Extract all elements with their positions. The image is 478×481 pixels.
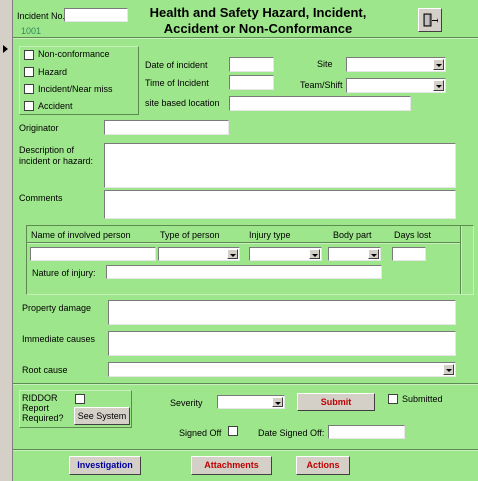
incident-form-window: Incident No. 1001 Health and Safety Haza… — [0, 0, 478, 481]
col-days-lost-header: Days lost — [394, 230, 432, 240]
time-of-incident-label: Time of Incident — [145, 78, 209, 88]
col-type-header: Type of person — [160, 230, 220, 240]
site-combo[interactable] — [346, 57, 446, 72]
nature-of-injury-label: Nature of injury: — [32, 268, 96, 278]
subform-scrollbar-divider — [460, 226, 462, 294]
type-of-person-dropdown-icon[interactable] — [227, 249, 238, 259]
team-shift-combo[interactable] — [346, 78, 446, 93]
signed-off-label: Signed Off — [179, 428, 222, 438]
root-cause-label: Root cause — [22, 365, 68, 375]
site-dropdown-icon[interactable] — [433, 59, 444, 70]
non-conformance-checkbox[interactable] — [24, 50, 34, 60]
site-label: Site — [317, 59, 333, 69]
attachments-button[interactable]: Attachments — [191, 456, 272, 475]
property-damage-label: Property damage — [22, 303, 92, 313]
actions-button[interactable]: Actions — [296, 456, 350, 475]
investigation-button[interactable]: Investigation — [69, 456, 141, 475]
incident-no-field[interactable] — [64, 8, 128, 22]
col-body-part-header: Body part — [333, 230, 372, 240]
col-injury-header: Injury type — [249, 230, 291, 240]
injury-type-combo[interactable] — [249, 247, 322, 261]
riddor-group: RIDDOR Report Required? See System — [19, 390, 132, 428]
immediate-causes-field[interactable] — [108, 331, 456, 356]
see-system-button[interactable]: See System — [74, 407, 130, 425]
comments-field[interactable] — [104, 190, 456, 219]
submitted-label: Submitted — [402, 394, 443, 404]
site-location-label: site based location — [145, 98, 220, 108]
site-location-field[interactable] — [229, 96, 411, 111]
footer-divider — [13, 449, 478, 451]
accident-label: Accident — [38, 101, 73, 111]
body-part-combo[interactable] — [328, 247, 381, 261]
description-field[interactable] — [104, 143, 456, 188]
time-of-incident-field[interactable] — [229, 75, 274, 90]
body-part-dropdown-icon[interactable] — [368, 249, 379, 259]
signed-off-checkbox[interactable] — [228, 426, 238, 436]
submit-button[interactable]: Submit — [297, 393, 375, 411]
severity-dropdown-icon[interactable] — [272, 397, 283, 407]
date-of-incident-field[interactable] — [229, 57, 274, 72]
riddor-checkbox[interactable] — [75, 394, 85, 404]
current-record-icon — [3, 45, 8, 53]
root-cause-combo[interactable] — [108, 362, 456, 377]
hazard-label: Hazard — [38, 67, 68, 77]
subform-header-divider — [27, 242, 460, 244]
incident-near-miss-checkbox[interactable] — [24, 84, 34, 94]
injury-type-dropdown-icon[interactable] — [309, 249, 320, 259]
immediate-causes-label: Immediate causes — [22, 334, 96, 344]
team-shift-label: Team/Shift — [300, 80, 343, 90]
incident-no-label: Incident No. — [17, 11, 66, 21]
incident-number: 1001 — [21, 26, 42, 36]
form-title: Health and Safety Hazard, Incident, Acci… — [149, 5, 367, 36]
date-signed-off-label: Date Signed Off: — [258, 428, 325, 438]
severity-label: Severity — [170, 398, 203, 408]
property-damage-field[interactable] — [108, 300, 456, 325]
exit-door-icon — [423, 13, 438, 27]
root-cause-dropdown-icon[interactable] — [443, 364, 454, 375]
hazard-checkbox[interactable] — [24, 67, 34, 77]
col-name-header: Name of involved person — [31, 230, 131, 240]
days-lost-field[interactable] — [392, 247, 426, 261]
involved-persons-subform: Name of involved person Type of person I… — [26, 225, 474, 295]
riddor-label: RIDDOR Report Required? — [22, 393, 64, 423]
nature-of-injury-field[interactable] — [106, 265, 382, 279]
originator-label: Originator — [19, 123, 59, 133]
incident-near-miss-label: Incident/Near miss — [38, 84, 113, 94]
description-label: Description of incident or hazard: — [19, 145, 94, 166]
accident-checkbox[interactable] — [24, 101, 34, 111]
comments-label: Comments — [19, 193, 63, 203]
lower-divider — [13, 383, 478, 385]
type-of-person-combo[interactable] — [158, 247, 240, 261]
severity-combo[interactable] — [217, 395, 285, 409]
category-group: Non-conformance Hazard Incident/Near mis… — [19, 46, 139, 115]
date-of-incident-label: Date of incident — [145, 60, 208, 70]
involved-name-field[interactable] — [30, 247, 156, 261]
record-selector[interactable] — [0, 0, 13, 481]
exit-button[interactable] — [418, 8, 442, 32]
submitted-checkbox[interactable] — [388, 394, 398, 404]
date-signed-off-field[interactable] — [328, 425, 405, 439]
originator-field[interactable] — [104, 120, 229, 135]
header-divider — [13, 37, 478, 39]
non-conformance-label: Non-conformance — [38, 49, 110, 59]
team-shift-dropdown-icon[interactable] — [433, 80, 444, 91]
